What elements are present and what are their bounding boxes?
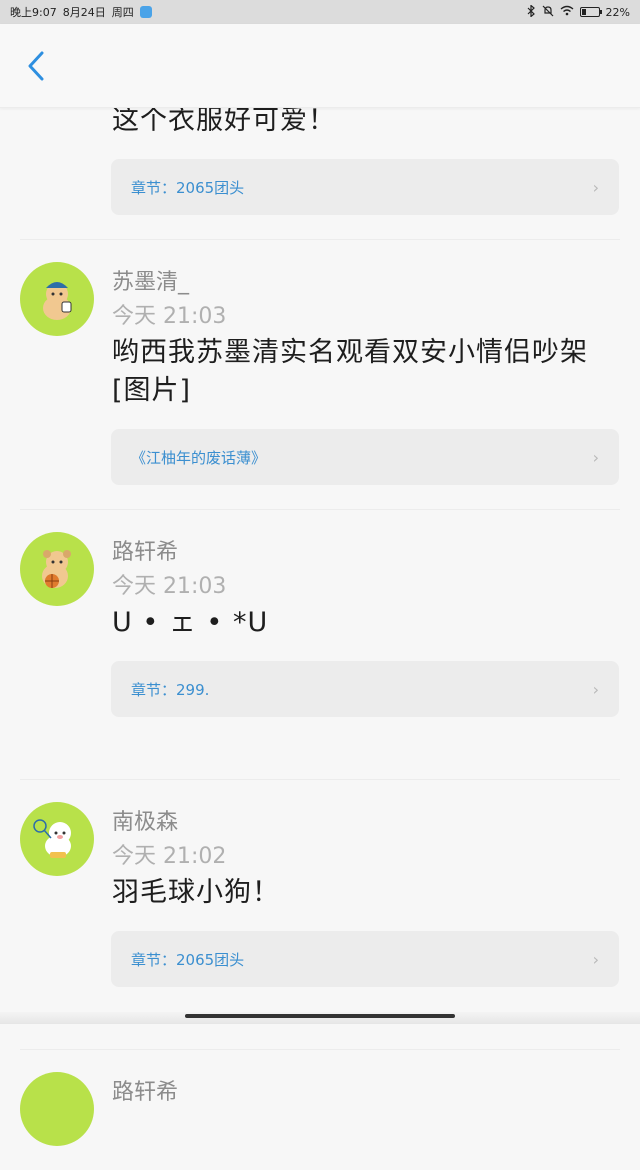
back-arrow-icon — [28, 51, 44, 81]
comment-author[interactable]: 苏墨清_ — [112, 264, 189, 296]
mute-icon — [542, 5, 554, 20]
comment-time: 今天 21:03 — [112, 574, 227, 599]
chevron-right-icon: › — [592, 177, 599, 197]
chevron-right-icon: › — [592, 949, 599, 969]
header — [0, 24, 640, 108]
avatar[interactable] — [20, 802, 94, 876]
source-link[interactable]: 章节：299. › — [111, 661, 619, 717]
source-label: 章节：299. — [131, 680, 210, 699]
wifi-icon — [560, 5, 574, 19]
comment-text: U • ェ • *U — [112, 607, 269, 638]
chevron-right-icon: › — [592, 679, 599, 699]
comment-author[interactable]: 路轩希 — [112, 534, 178, 566]
source-label: 章节：2065团头 — [131, 950, 245, 969]
status-date: 8月24日 — [62, 6, 106, 19]
status-bar: 晚上9:07 8月24日 周四 22% — [0, 0, 640, 24]
status-right: 22% — [526, 3, 630, 20]
back-button[interactable] — [18, 48, 54, 84]
comment-item: 南极森 今天 21:02 羽毛球小狗！ 章节：2065团头 › — [20, 780, 620, 1050]
comment-text: 哟西我苏墨清实名观看双安小情侣吵架[图片] — [112, 337, 588, 406]
app-notification-icon — [139, 6, 152, 18]
dog-basketball-avatar-icon — [42, 550, 71, 588]
bluetooth-icon — [526, 3, 536, 20]
avatar[interactable] — [20, 262, 94, 336]
comment-time: 今天 21:02 — [112, 844, 227, 869]
avatar[interactable] — [20, 1072, 94, 1146]
comment-text: 羽毛球小狗！ — [112, 877, 280, 908]
status-weekday: 周四 — [111, 6, 134, 19]
comment-item: 苏墨清_ 今天 21:03 哟西我苏墨清实名观看双安小情侣吵架[图片] 《江柚年… — [20, 240, 620, 510]
source-link[interactable]: 章节：2065团头 › — [111, 159, 619, 215]
dog-avatar-icon — [43, 282, 72, 320]
comment-time: 今天 21:03 — [112, 304, 227, 329]
status-time: 晚上9:07 — [10, 6, 57, 19]
home-indicator[interactable] — [185, 1014, 455, 1018]
battery-level — [581, 9, 586, 15]
source-label: 章节：2065团头 — [131, 178, 245, 197]
source-label: 《江柚年的废话薄》 — [131, 448, 267, 467]
avatar[interactable] — [20, 532, 94, 606]
battery-tip — [599, 10, 602, 14]
comment-author[interactable]: 路轩希 — [112, 1074, 178, 1106]
comment-list[interactable]: 这个衣服好可爱！ 章节：2065团头 › 苏墨清_ 今天 21:03 哟西我苏墨… — [0, 60, 640, 1170]
battery-icon — [579, 7, 602, 17]
source-link[interactable]: 《江柚年的废话薄》 › — [111, 429, 619, 485]
chevron-right-icon: › — [592, 447, 599, 467]
dog-badminton-avatar-icon — [33, 819, 71, 858]
comment-item: 路轩希 — [20, 1050, 620, 1170]
source-link[interactable]: 章节：2065团头 › — [111, 931, 619, 987]
battery-percent: 22% — [605, 5, 630, 19]
comment-author[interactable]: 南极森 — [112, 804, 178, 836]
status-left: 晚上9:07 8月24日 周四 — [10, 4, 152, 20]
comment-item: 路轩希 今天 21:03 U • ェ • *U 章节：299. › — [20, 510, 620, 780]
